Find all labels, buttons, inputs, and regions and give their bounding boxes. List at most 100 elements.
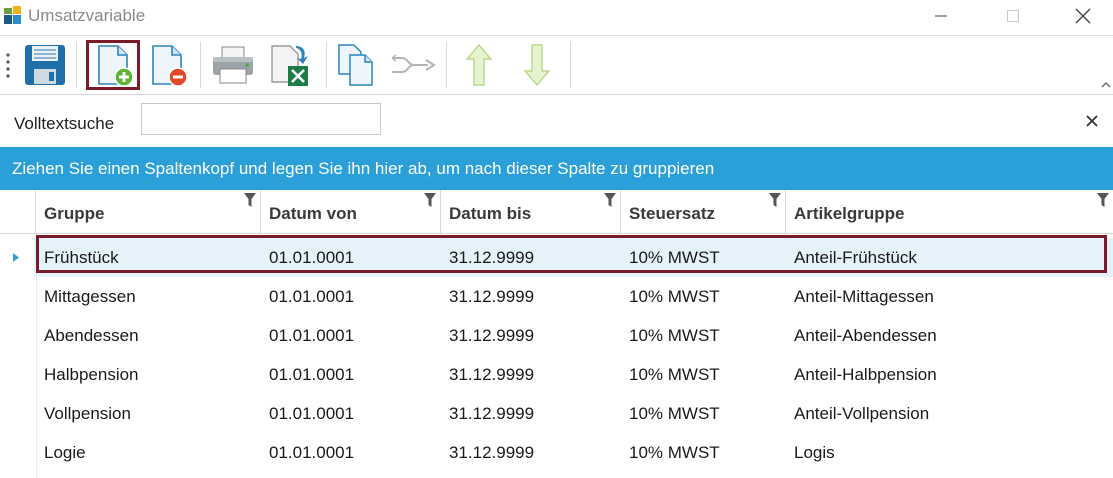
new-record-button[interactable] [86, 40, 140, 90]
merge-button[interactable] [386, 40, 440, 90]
row-indicator[interactable] [0, 238, 34, 277]
move-up-button[interactable] [452, 40, 506, 90]
minimize-button[interactable] [918, 0, 964, 32]
column-header-gruppe[interactable]: Gruppe [36, 190, 261, 234]
clear-search-button[interactable] [1082, 111, 1102, 131]
cell-datum-von: 01.01.0001 [269, 326, 355, 345]
column-header-artikelgruppe[interactable]: Artikelgruppe [786, 190, 1113, 234]
cell-steuersatz: 10% MWST [629, 404, 720, 423]
title-bar: Umsatzvariable [0, 0, 1113, 32]
minimize-icon [935, 15, 947, 17]
copy-button[interactable] [330, 40, 384, 90]
excel-export-icon [271, 45, 308, 86]
move-down-button[interactable] [510, 40, 564, 90]
row-indicator[interactable] [0, 316, 34, 355]
cell-artikelgruppe: Anteil-Frühstück [794, 248, 917, 267]
cell-steuersatz: 10% MWST [629, 365, 720, 384]
table-row[interactable]: Mittagessen 01.01.0001 31.12.9999 10% MW… [34, 277, 1113, 316]
window-title: Umsatzvariable [28, 6, 146, 25]
grid-column-divider [36, 234, 37, 478]
filter-icon[interactable] [769, 193, 781, 207]
toolbar [0, 35, 1113, 95]
cell-gruppe: Frühstück [44, 248, 119, 267]
toolbar-separator [200, 42, 201, 88]
table-row[interactable]: Halbpension 01.01.0001 31.12.9999 10% MW… [34, 355, 1113, 394]
column-header-datum-von[interactable]: Datum von [261, 190, 441, 234]
search-label: Volltextsuche [14, 114, 115, 133]
cell-steuersatz: 10% MWST [629, 443, 720, 462]
column-header-label: Datum bis [449, 204, 532, 223]
toolbar-overflow-icon[interactable] [1101, 80, 1111, 90]
cell-steuersatz: 10% MWST [629, 248, 720, 267]
cell-artikelgruppe: Anteil-Vollpension [794, 404, 930, 423]
cell-datum-von: 01.01.0001 [269, 287, 355, 306]
export-excel-button[interactable] [262, 40, 316, 90]
cell-gruppe: Vollpension [44, 404, 131, 423]
cell-steuersatz: 10% MWST [629, 287, 720, 306]
column-header-label: Datum von [269, 204, 357, 223]
toolbar-grip-icon[interactable] [6, 52, 10, 78]
row-indicator[interactable] [0, 355, 34, 394]
current-row-arrow-icon [13, 253, 19, 262]
arrow-down-icon [523, 44, 551, 87]
column-header-label: Gruppe [44, 204, 105, 223]
cell-datum-bis: 31.12.9999 [449, 326, 535, 345]
column-header-datum-bis[interactable]: Datum bis [441, 190, 621, 234]
cell-datum-bis: 31.12.9999 [449, 287, 535, 306]
column-header-steuersatz[interactable]: Steuersatz [621, 190, 786, 234]
group-panel[interactable]: Ziehen Sie einen Spaltenkopf und legen S… [0, 147, 1113, 190]
cell-gruppe: Abendessen [44, 326, 139, 345]
cell-artikelgruppe: Anteil-Halbpension [794, 365, 937, 384]
app-icon [4, 6, 21, 24]
cell-datum-bis: 31.12.9999 [449, 443, 535, 462]
merge-arrows-icon [391, 54, 436, 73]
maximize-icon [1007, 10, 1019, 22]
toolbar-separator [570, 42, 571, 88]
print-button[interactable] [206, 40, 260, 90]
cell-steuersatz: 10% MWST [629, 326, 720, 345]
table-row[interactable]: Abendessen 01.01.0001 31.12.9999 10% MWS… [34, 316, 1113, 355]
toolbar-separator [446, 42, 447, 88]
cell-datum-bis: 31.12.9999 [449, 404, 535, 423]
column-header-label: Artikelgruppe [794, 204, 905, 223]
copy-documents-icon [338, 44, 373, 86]
cell-datum-bis: 31.12.9999 [449, 365, 535, 384]
column-header-label: Steuersatz [629, 204, 715, 223]
row-indicator[interactable] [0, 433, 34, 472]
group-panel-hint: Ziehen Sie einen Spaltenkopf und legen S… [12, 159, 715, 178]
floppy-disk-icon [25, 45, 65, 85]
table-row[interactable]: Vollpension 01.01.0001 31.12.9999 10% MW… [34, 394, 1113, 433]
close-icon [1075, 8, 1091, 24]
close-window-button[interactable] [1060, 0, 1106, 32]
data-grid: Gruppe Datum von Datum bis Steuersatz Ar… [0, 190, 1113, 478]
cell-gruppe: Halbpension [44, 365, 139, 384]
cell-datum-von: 01.01.0001 [269, 365, 355, 384]
cell-gruppe: Logie [44, 443, 86, 462]
cell-gruppe: Mittagessen [44, 287, 136, 306]
row-indicator[interactable] [0, 394, 34, 433]
table-row[interactable]: Frühstück 01.01.0001 31.12.9999 10% MWST… [34, 238, 1113, 277]
document-remove-icon [152, 45, 188, 87]
cell-artikelgruppe: Anteil-Mittagessen [794, 287, 934, 306]
row-indicator[interactable] [0, 277, 34, 316]
cell-datum-von: 01.01.0001 [269, 248, 355, 267]
filter-icon[interactable] [424, 193, 436, 207]
filter-icon[interactable] [1097, 193, 1109, 207]
search-input[interactable] [141, 103, 381, 135]
maximize-button[interactable] [990, 0, 1036, 32]
arrow-up-icon [465, 43, 493, 86]
search-row: Volltextsuche [0, 95, 1113, 147]
printer-icon [213, 46, 253, 84]
toolbar-separator [76, 42, 77, 88]
filter-icon[interactable] [244, 193, 256, 207]
cell-datum-von: 01.01.0001 [269, 404, 355, 423]
document-add-icon [98, 45, 134, 87]
filter-icon[interactable] [604, 193, 616, 207]
table-row[interactable]: Logie 01.01.0001 31.12.9999 10% MWST Log… [34, 433, 1113, 472]
cell-datum-bis: 31.12.9999 [449, 248, 535, 267]
delete-record-button[interactable] [140, 40, 194, 90]
save-button[interactable] [18, 40, 72, 90]
toolbar-separator [326, 42, 327, 88]
close-icon [1086, 115, 1098, 127]
row-indicator-header [0, 190, 36, 234]
